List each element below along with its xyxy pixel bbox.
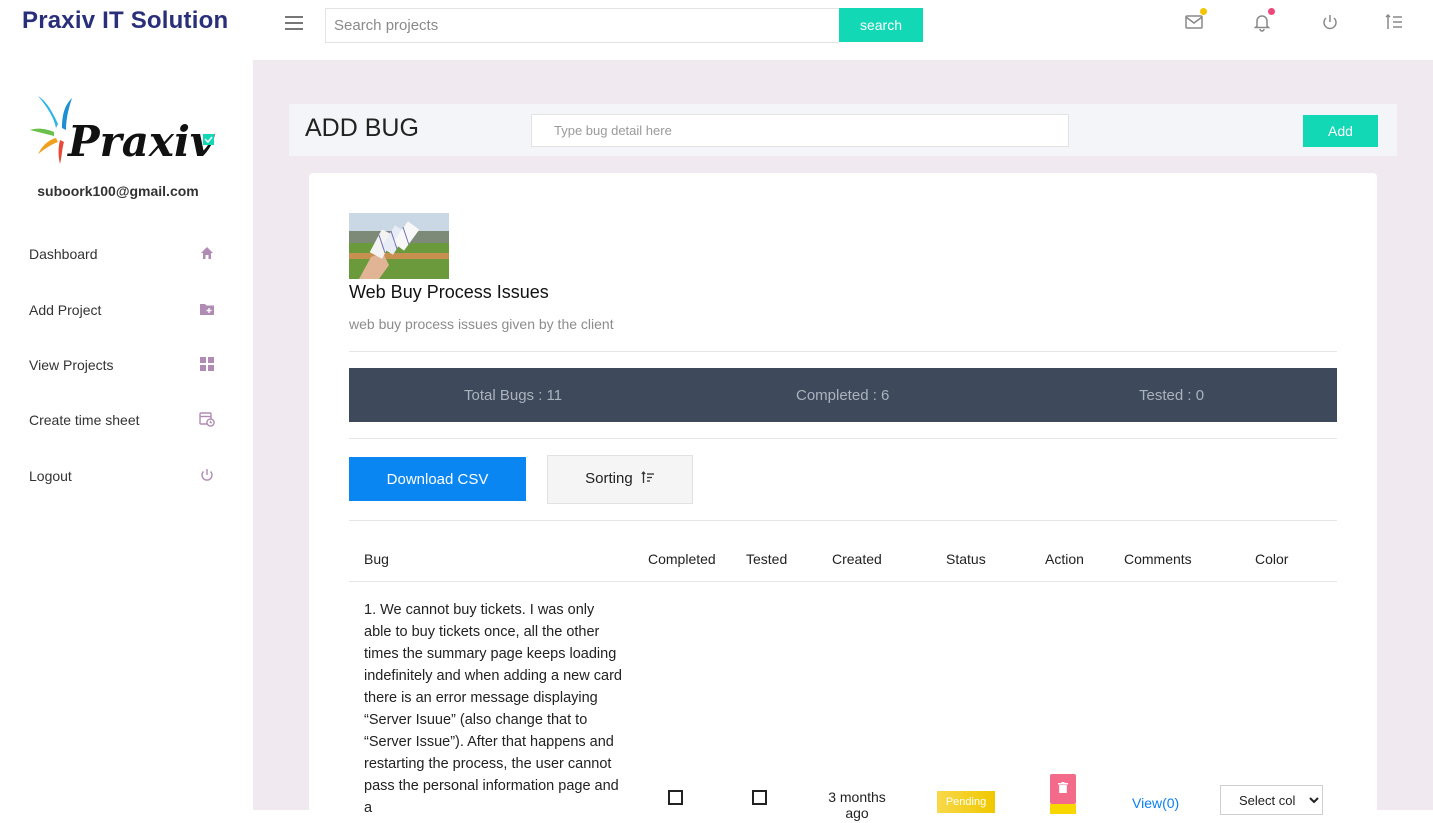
bug-stats-bar: Total Bugs : 11 Completed : 6 Tested : 0 — [349, 368, 1337, 422]
sidebar-item-label: Dashboard — [29, 246, 98, 262]
column-header-bug: Bug — [364, 551, 389, 567]
edit-button[interactable] — [1050, 804, 1076, 814]
column-header-tested: Tested — [746, 551, 788, 567]
logo-text: Praxiv — [67, 117, 215, 166]
grid-icon — [199, 356, 217, 374]
bug-description: 1. We cannot buy tickets. I was only abl… — [364, 602, 622, 816]
created-time: 3 months ago — [828, 789, 886, 821]
column-header-color: Color — [1255, 551, 1289, 567]
add-bug-title: ADD BUG — [305, 114, 419, 142]
project-description: web buy process issues given by the clie… — [349, 316, 614, 332]
column-header-comments: Comments — [1124, 551, 1192, 567]
bell-notification-dot — [1268, 8, 1275, 15]
sorting-label: Sorting — [585, 470, 633, 488]
color-select[interactable]: Select col — [1220, 785, 1323, 815]
tested-stat: Tested : 0 — [1139, 387, 1205, 404]
completed-stat: Completed : 6 — [796, 387, 890, 404]
sidebar-item-label: Logout — [29, 468, 72, 484]
divider — [349, 351, 1337, 352]
divider — [349, 520, 1337, 521]
project-title: Web Buy Process Issues — [349, 282, 549, 302]
sidebar-item-label: Add Project — [29, 302, 102, 318]
mail-icon[interactable] — [1184, 8, 1207, 34]
sorting-button[interactable]: Sorting — [547, 455, 693, 504]
completed-checkbox[interactable] — [668, 790, 683, 805]
sidebar-item-logout[interactable]: Logout — [29, 464, 219, 490]
sidebar-item-dashboard[interactable]: Dashboard — [29, 242, 219, 268]
sort-icon — [641, 470, 655, 489]
sidebar-item-label: Create time sheet — [29, 412, 140, 428]
column-header-completed: Completed — [648, 551, 716, 567]
bug-detail-input[interactable] — [531, 114, 1069, 147]
search-input[interactable] — [325, 8, 839, 43]
search-button[interactable]: search — [839, 8, 923, 42]
column-header-status: Status — [946, 551, 986, 567]
mail-notification-dot — [1200, 8, 1207, 15]
sidebar-item-add-project[interactable]: Add Project — [29, 298, 219, 324]
user-email: suboork100@gmail.com — [37, 183, 199, 199]
folder-add-icon — [199, 301, 217, 319]
sidebar-item-create-time-sheet[interactable]: Create time sheet — [29, 408, 219, 434]
tested-checkbox[interactable] — [752, 790, 767, 805]
column-header-action: Action — [1045, 551, 1084, 567]
praxiv-logo: Praxiv — [28, 94, 218, 190]
power-icon — [199, 467, 217, 485]
project-image — [349, 213, 449, 279]
column-header-created: Created — [832, 551, 882, 567]
divider — [349, 438, 1337, 439]
total-bugs-stat: Total Bugs : 11 — [464, 387, 563, 404]
sidebar-item-view-projects[interactable]: View Projects — [29, 353, 219, 379]
top-bar: Praxiv IT Solution search — [0, 0, 1433, 60]
calendar-clock-icon — [199, 411, 217, 429]
home-icon — [199, 245, 217, 263]
view-comments-link[interactable]: View(0) — [1132, 795, 1179, 811]
main-content: ADD BUG Add Web Buy Process Issues web b… — [253, 60, 1433, 823]
hamburger-menu-icon[interactable] — [285, 16, 303, 30]
delete-button[interactable] — [1050, 774, 1076, 804]
sort-lines-icon[interactable] — [1384, 12, 1406, 34]
divider — [349, 581, 1337, 582]
power-icon[interactable] — [1320, 12, 1342, 34]
sidebar-item-label: View Projects — [29, 357, 114, 373]
sidebar: Praxiv suboork100@gmail.com Dashboard Ad… — [0, 60, 253, 810]
add-bug-button[interactable]: Add — [1303, 115, 1378, 147]
trash-icon — [1058, 782, 1068, 793]
download-csv-button[interactable]: Download CSV — [349, 457, 526, 501]
project-card: Web Buy Process Issues web buy process i… — [309, 173, 1377, 823]
brand-title[interactable]: Praxiv IT Solution — [22, 7, 228, 35]
add-bug-bar: ADD BUG Add — [289, 104, 1397, 156]
bell-icon[interactable] — [1252, 8, 1275, 34]
